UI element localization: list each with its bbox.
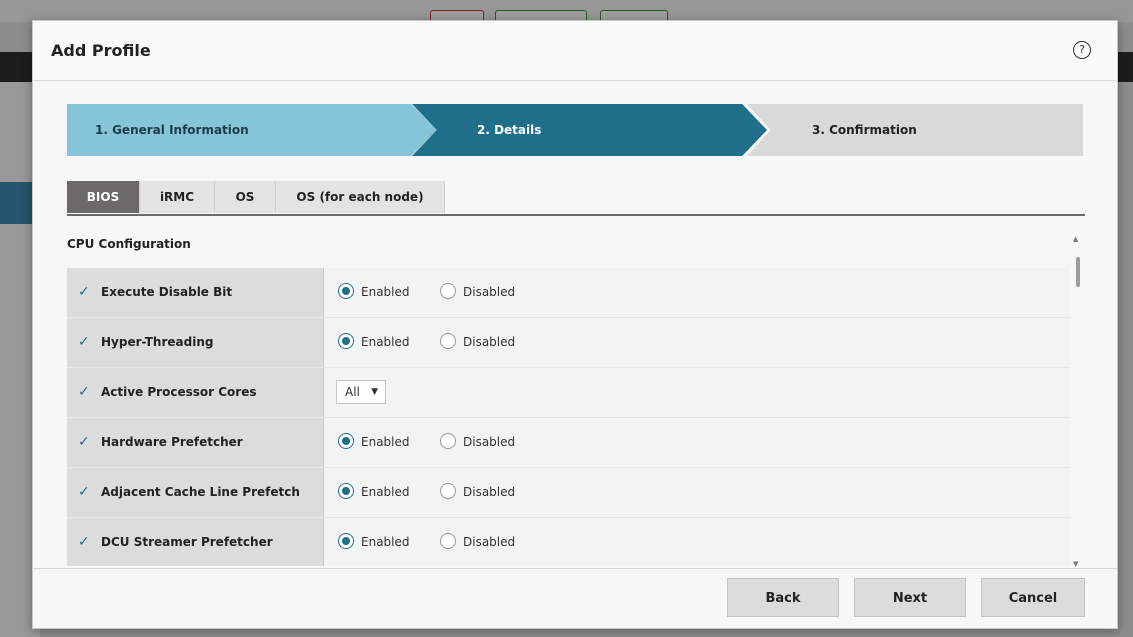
dialog-title: Add Profile <box>51 41 151 60</box>
scroll-down-icon[interactable]: ▼ <box>1073 560 1078 568</box>
checkbox-checked-icon[interactable]: ✓ <box>78 335 92 349</box>
dialog-header: Add Profile ? <box>33 21 1117 81</box>
setting-value-cell: Enabled Disabled <box>324 268 1070 317</box>
footer-divider <box>33 568 1117 569</box>
radio-label: Disabled <box>463 335 516 349</box>
tab-bios[interactable]: BIOS <box>67 181 140 213</box>
setting-label-cell: ✓ DCU Streamer Prefetcher <box>67 518 324 566</box>
setting-value-cell: Enabled Disabled <box>324 468 1070 517</box>
radio-disabled[interactable] <box>440 283 456 299</box>
radio-label: Disabled <box>463 535 516 549</box>
checkbox-checked-icon[interactable]: ✓ <box>78 385 92 399</box>
step-confirmation: 3. Confirmation <box>747 104 1083 156</box>
radio-enabled[interactable] <box>338 533 354 549</box>
setting-label: Hyper-Threading <box>101 335 214 349</box>
checkbox-checked-icon[interactable]: ✓ <box>78 285 92 299</box>
setting-label: Execute Disable Bit <box>101 285 233 299</box>
radio-label: Disabled <box>463 285 516 299</box>
setting-label: Adjacent Cache Line Prefetch <box>101 485 300 499</box>
add-profile-dialog: Add Profile ? 1. General Information 3. … <box>32 20 1118 629</box>
settings-list: ✓ Execute Disable Bit Enabled Disabled ✓… <box>67 268 1070 566</box>
tab-bar: BIOS iRMC OS OS (for each node) <box>67 181 1085 216</box>
cancel-button[interactable]: Cancel <box>981 578 1085 617</box>
tab-os-each-node[interactable]: OS (for each node) <box>276 181 445 213</box>
setting-label: DCU Streamer Prefetcher <box>101 535 273 549</box>
radio-enabled[interactable] <box>338 433 354 449</box>
radio-enabled[interactable] <box>338 283 354 299</box>
step-label: 2. Details <box>477 123 542 137</box>
setting-value-cell: Enabled Disabled <box>324 418 1070 467</box>
tab-os[interactable]: OS <box>215 181 276 213</box>
next-button[interactable]: Next <box>854 578 966 617</box>
radio-disabled[interactable] <box>440 333 456 349</box>
setting-label-cell: ✓ Hyper-Threading <box>67 318 324 367</box>
radio-label: Enabled <box>361 485 410 499</box>
radio-label: Disabled <box>463 435 516 449</box>
setting-label-cell: ✓ Execute Disable Bit <box>67 268 324 317</box>
step-general-information: 1. General Information <box>67 104 437 156</box>
settings-scrollbar[interactable]: ▲ ▼ <box>1073 235 1083 568</box>
setting-value-cell: Enabled Disabled <box>324 318 1070 367</box>
radio-label: Enabled <box>361 335 410 349</box>
radio-label: Enabled <box>361 285 410 299</box>
select-value: All <box>345 385 360 399</box>
setting-value-cell: All ▼ <box>324 368 1070 417</box>
setting-row: ✓ DCU Streamer Prefetcher Enabled Disabl… <box>67 518 1070 566</box>
setting-row: ✓ Execute Disable Bit Enabled Disabled <box>67 268 1070 318</box>
setting-value-cell: Enabled Disabled <box>324 518 1070 566</box>
setting-label-cell: ✓ Active Processor Cores <box>67 368 324 417</box>
radio-enabled[interactable] <box>338 483 354 499</box>
setting-label-cell: ✓ Adjacent Cache Line Prefetch <box>67 468 324 517</box>
radio-enabled[interactable] <box>338 333 354 349</box>
step-label: 3. Confirmation <box>812 123 917 137</box>
radio-disabled[interactable] <box>440 533 456 549</box>
checkbox-checked-icon[interactable]: ✓ <box>78 535 92 549</box>
radio-label: Enabled <box>361 535 410 549</box>
setting-row: ✓ Adjacent Cache Line Prefetch Enabled D… <box>67 468 1070 518</box>
radio-label: Disabled <box>463 485 516 499</box>
scrollbar-thumb[interactable] <box>1076 257 1080 287</box>
setting-label-cell: ✓ Hardware Prefetcher <box>67 418 324 467</box>
radio-label: Enabled <box>361 435 410 449</box>
step-details: 2. Details <box>412 104 767 156</box>
help-icon[interactable]: ? <box>1073 41 1091 59</box>
step-label: 1. General Information <box>95 123 249 137</box>
tab-irmc[interactable]: iRMC <box>140 181 215 213</box>
setting-row: ✓ Hardware Prefetcher Enabled Disabled <box>67 418 1070 468</box>
setting-row: ✓ Hyper-Threading Enabled Disabled <box>67 318 1070 368</box>
setting-row: ✓ Active Processor Cores All ▼ <box>67 368 1070 418</box>
wizard-steps: 1. General Information 3. Confirmation 2… <box>67 104 1083 156</box>
radio-disabled[interactable] <box>440 433 456 449</box>
checkbox-checked-icon[interactable]: ✓ <box>78 485 92 499</box>
active-cores-select[interactable]: All ▼ <box>336 380 386 404</box>
back-button[interactable]: Back <box>727 578 839 617</box>
setting-label: Active Processor Cores <box>101 385 257 399</box>
scroll-up-icon[interactable]: ▲ <box>1073 235 1078 243</box>
caret-down-icon: ▼ <box>371 387 378 397</box>
setting-label: Hardware Prefetcher <box>101 435 243 449</box>
section-title: CPU Configuration <box>67 237 191 251</box>
checkbox-checked-icon[interactable]: ✓ <box>78 435 92 449</box>
radio-disabled[interactable] <box>440 483 456 499</box>
